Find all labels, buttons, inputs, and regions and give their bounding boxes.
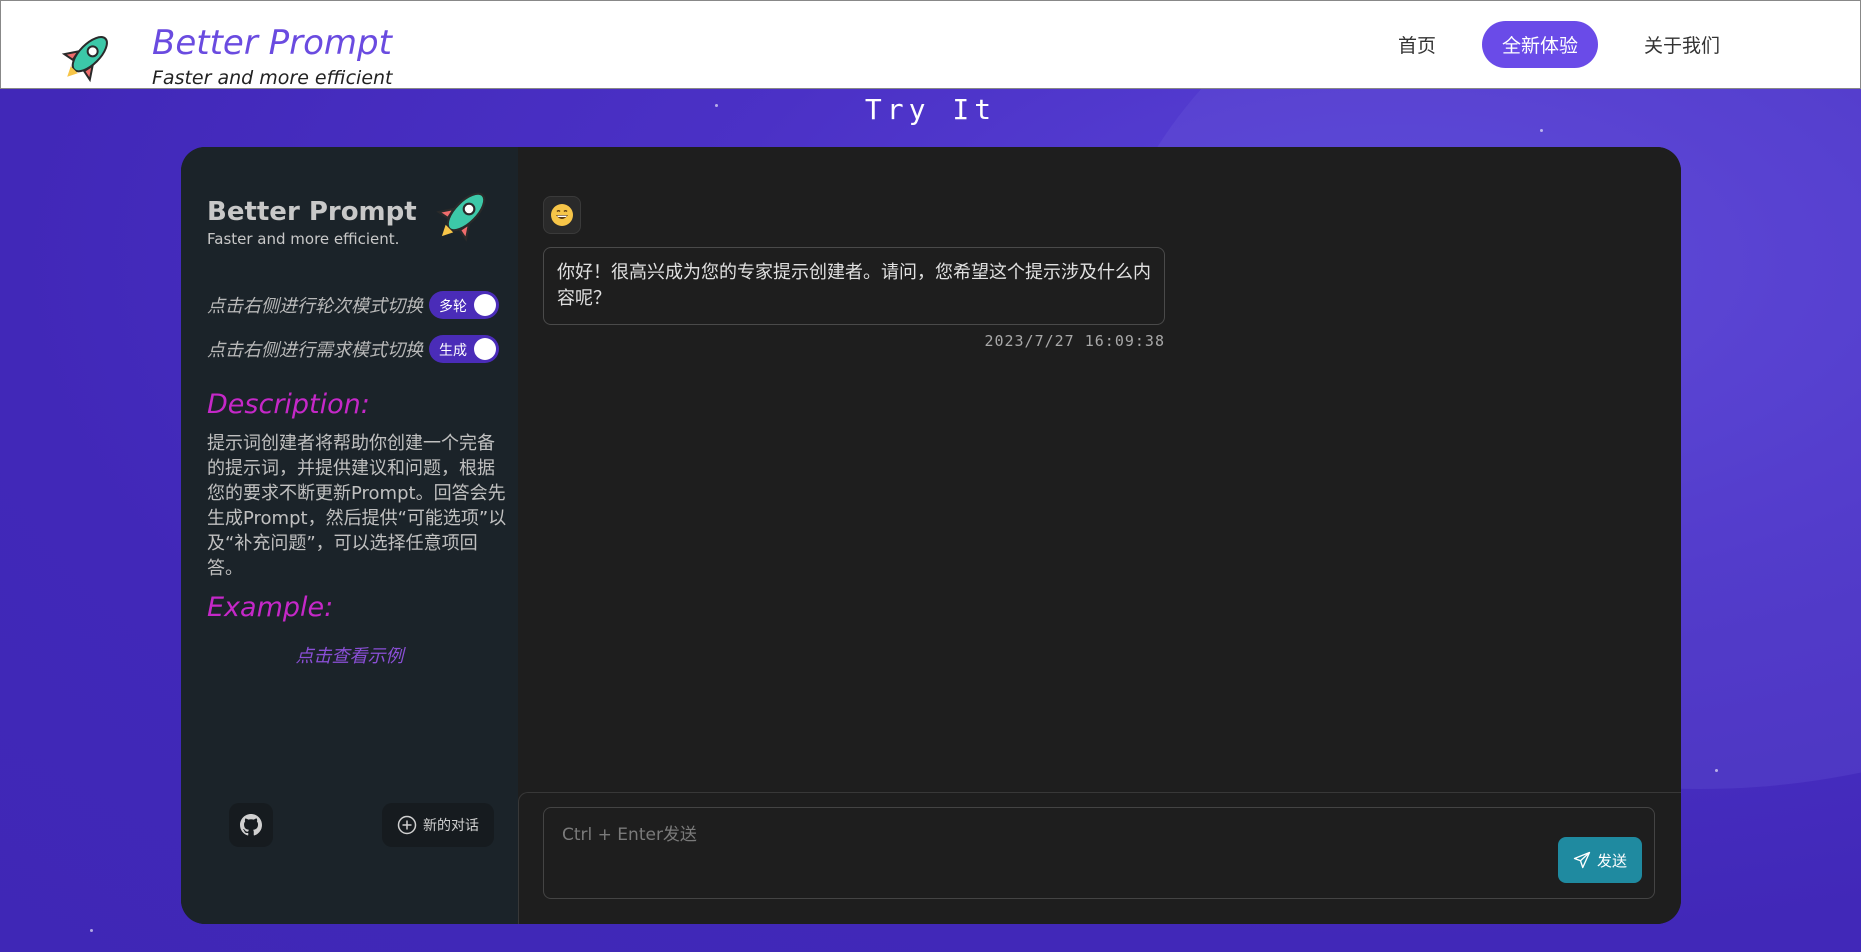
round-mode-label: 点击右侧进行轮次模式切换 xyxy=(207,296,423,317)
nav-home[interactable]: 首页 xyxy=(1388,23,1446,66)
sidebar-title: Better Prompt xyxy=(207,197,417,227)
paper-plane-icon xyxy=(1573,851,1591,869)
round-mode-toggle[interactable]: 多轮 xyxy=(429,291,499,319)
send-button[interactable]: 发送 xyxy=(1558,837,1642,883)
description-text: 提示词创建者将帮助你创建一个完备的提示词，并提供建议和问题，根据您的要求不断更新… xyxy=(207,433,507,579)
chat-card: Better Prompt Faster and more efficient.… xyxy=(181,147,1681,924)
message-timestamp: 2023/7/27 16:09:38 xyxy=(984,332,1165,350)
brand-title[interactable]: Better Prompt xyxy=(152,23,392,63)
star-decoration xyxy=(1540,129,1543,132)
plus-circle-icon xyxy=(397,815,417,835)
top-navbar: Better Prompt Faster and more efficient … xyxy=(0,0,1861,89)
assistant-avatar xyxy=(543,196,581,234)
sidebar: Better Prompt Faster and more efficient.… xyxy=(181,147,518,924)
rocket-icon[interactable] xyxy=(57,29,117,85)
grinning-face-icon xyxy=(551,204,573,226)
main-nav: 首页 全新体验 关于我们 xyxy=(1388,21,1730,68)
star-decoration xyxy=(90,929,93,932)
star-decoration xyxy=(1715,769,1718,772)
sidebar-subtitle: Faster and more efficient. xyxy=(207,230,400,248)
new-chat-label: 新的对话 xyxy=(423,818,479,834)
hero-title: Try It xyxy=(864,93,997,126)
chat-panel: 你好！很高兴成为您的专家提示创建者。请问，您希望这个提示涉及什么内容呢？ 202… xyxy=(518,147,1681,924)
nav-new-experience[interactable]: 全新体验 xyxy=(1481,21,1598,68)
message-input[interactable] xyxy=(544,808,1654,898)
demand-mode-row: 点击右侧进行需求模式切换 生成 xyxy=(207,335,499,363)
message-input-box xyxy=(543,807,1655,899)
round-mode-value: 多轮 xyxy=(439,299,467,315)
new-chat-button[interactable]: 新的对话 xyxy=(382,803,494,847)
send-label: 发送 xyxy=(1596,851,1627,870)
toggle-knob xyxy=(474,294,496,316)
demand-mode-label: 点击右侧进行需求模式切换 xyxy=(207,340,423,361)
assistant-message: 你好！很高兴成为您的专家提示创建者。请问，您希望这个提示涉及什么内容呢？ xyxy=(543,247,1165,325)
toggle-knob xyxy=(474,338,496,360)
github-button[interactable] xyxy=(229,803,273,847)
description-heading: Description: xyxy=(207,389,370,420)
example-heading: Example: xyxy=(207,592,334,623)
demand-mode-value: 生成 xyxy=(439,343,467,359)
github-icon xyxy=(240,814,262,836)
brand-subtitle: Faster and more efficient xyxy=(152,67,393,89)
nav-about-us[interactable]: 关于我们 xyxy=(1634,23,1730,66)
view-example-link[interactable]: 点击查看示例 xyxy=(181,642,518,668)
demand-mode-toggle[interactable]: 生成 xyxy=(429,335,499,363)
round-mode-row: 点击右侧进行轮次模式切换 多轮 xyxy=(207,291,499,319)
rocket-icon xyxy=(436,192,486,242)
